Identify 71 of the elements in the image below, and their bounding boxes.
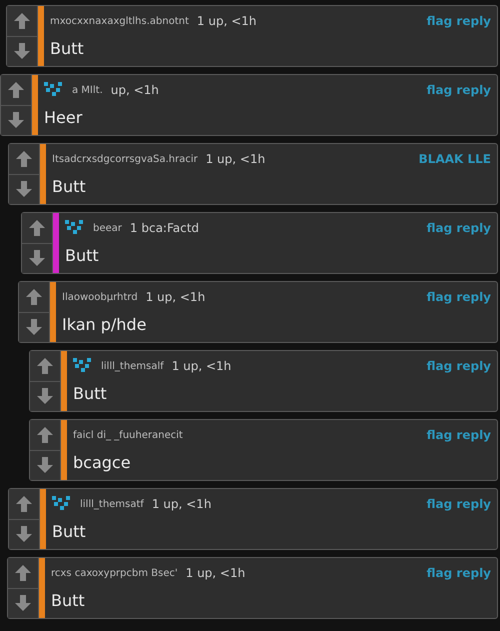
username[interactable]: ItsadcrxsdgcorrsgvaSa.hracir bbox=[52, 154, 198, 164]
comment-text: Butt bbox=[73, 383, 108, 403]
up-arrow-icon bbox=[36, 356, 54, 375]
downvote-button[interactable] bbox=[19, 312, 49, 342]
comment-text: bcagce bbox=[73, 452, 132, 472]
username[interactable]: Ilaowoobµrhtrd bbox=[62, 292, 138, 302]
comment-text: Heer bbox=[44, 107, 84, 127]
downvote-button[interactable] bbox=[8, 588, 38, 618]
downvote-button[interactable] bbox=[1, 104, 31, 135]
username[interactable]: mxocxxnaxaxgltlhs.abnotnt bbox=[50, 16, 189, 26]
comment-text: Butt bbox=[52, 176, 87, 196]
username[interactable]: rcxs caxoxyprpcbm Bsec' bbox=[51, 568, 178, 578]
flag-reply-links[interactable]: flag reply bbox=[426, 221, 491, 235]
downvote-button[interactable] bbox=[30, 380, 60, 411]
down-arrow-icon bbox=[14, 594, 32, 612]
down-arrow-icon bbox=[15, 180, 33, 198]
up-arrow-icon bbox=[15, 150, 33, 168]
upvote-button[interactable] bbox=[30, 420, 60, 450]
down-arrow-icon bbox=[28, 249, 46, 268]
vote-time-text: up, <1h bbox=[110, 83, 159, 97]
vote-time-text: 1 up, <1h bbox=[152, 497, 212, 511]
flag-reply-links[interactable]: flag reply bbox=[426, 290, 491, 304]
downvote-button[interactable] bbox=[7, 36, 37, 66]
vote-time-text: 1 up, <1h bbox=[206, 152, 266, 166]
upvote-button[interactable] bbox=[9, 144, 39, 174]
flag-reply-links[interactable]: flag reply bbox=[426, 14, 491, 28]
down-arrow-icon bbox=[36, 456, 54, 474]
flag-reply-links[interactable]: flag reply bbox=[426, 359, 491, 373]
downvote-button[interactable] bbox=[9, 518, 39, 549]
down-arrow-icon bbox=[15, 525, 33, 544]
up-arrow-icon bbox=[13, 12, 31, 30]
up-arrow-icon bbox=[25, 288, 43, 306]
downvote-button[interactable] bbox=[30, 450, 60, 480]
upvote-button[interactable] bbox=[7, 6, 37, 36]
upvote-button[interactable] bbox=[1, 75, 31, 104]
comment-text: Butt bbox=[50, 38, 85, 58]
down-arrow-icon bbox=[36, 387, 54, 406]
comment-text: Butt bbox=[52, 521, 87, 541]
up-arrow-icon bbox=[36, 426, 54, 444]
comment-text: Butt bbox=[51, 590, 86, 610]
comment-text: Ikan p/hde bbox=[62, 314, 148, 334]
up-arrow-icon bbox=[14, 564, 32, 582]
vote-time-text: 1 bca:Factd bbox=[130, 221, 200, 235]
up-arrow-icon bbox=[7, 80, 25, 99]
username[interactable]: lilll_themsatf bbox=[80, 498, 144, 510]
vote-time-text: 1 up, <1h bbox=[172, 359, 232, 373]
down-arrow-icon bbox=[25, 318, 43, 336]
flag-reply-links[interactable]: flag reply bbox=[426, 497, 491, 511]
vote-time-text: 1 up, <1h bbox=[196, 14, 257, 28]
username[interactable]: lilll_themsalf bbox=[101, 360, 164, 372]
downvote-button[interactable] bbox=[22, 242, 52, 273]
flag-reply-links[interactable]: flag reply bbox=[426, 83, 491, 97]
upvote-button[interactable] bbox=[8, 558, 38, 588]
vote-time-text: 1 up, <1h bbox=[186, 566, 246, 580]
comment-text: Butt bbox=[65, 245, 100, 265]
down-arrow-icon bbox=[7, 111, 25, 130]
username[interactable]: faicl di_ _fuuheranecit bbox=[73, 430, 183, 440]
downvote-button[interactable] bbox=[9, 174, 39, 204]
up-arrow-icon bbox=[15, 494, 33, 513]
up-arrow-icon bbox=[28, 218, 46, 237]
upvote-button[interactable] bbox=[30, 351, 60, 380]
username[interactable]: beear bbox=[93, 222, 122, 234]
username[interactable]: a MIlt. bbox=[72, 84, 103, 96]
upvote-button[interactable] bbox=[19, 282, 49, 312]
upvote-button[interactable] bbox=[9, 489, 39, 518]
flag-reply-links[interactable]: BLAAK LLE bbox=[418, 152, 491, 166]
down-arrow-icon bbox=[13, 42, 31, 60]
upvote-button[interactable] bbox=[22, 213, 52, 242]
vote-time-text: 1 up, <1h bbox=[146, 290, 206, 304]
flag-reply-links[interactable]: flag reply bbox=[426, 566, 491, 580]
flag-reply-links[interactable]: flag reply bbox=[426, 428, 491, 442]
